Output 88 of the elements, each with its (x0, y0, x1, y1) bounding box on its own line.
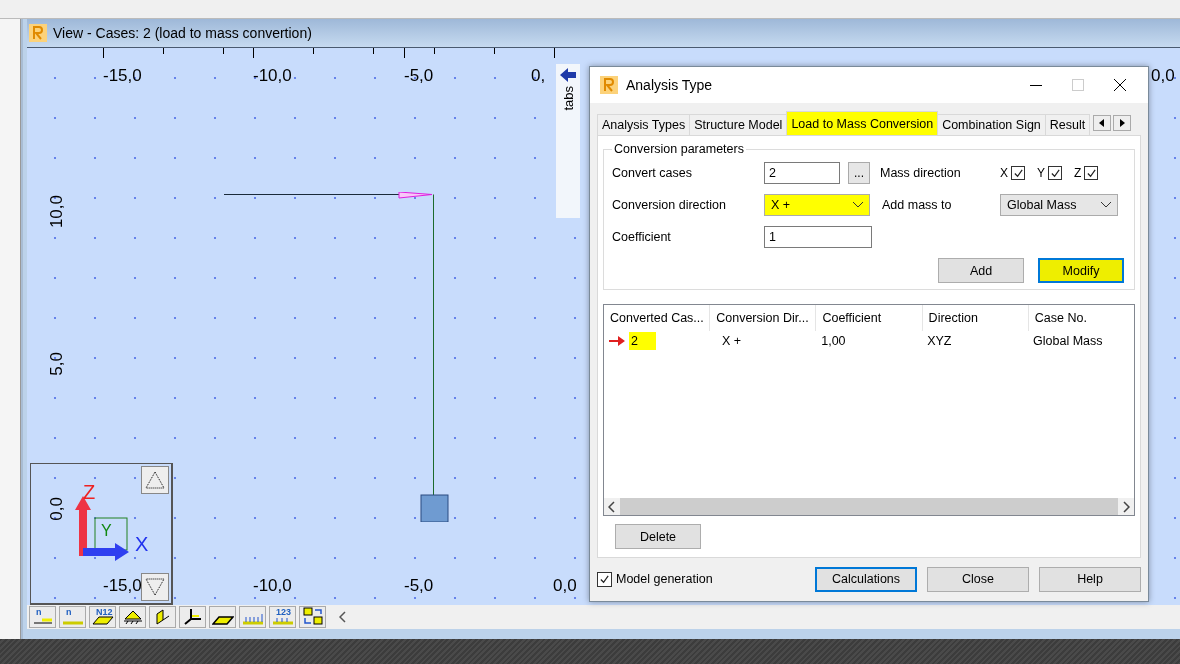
action-button[interactable]: Add (938, 258, 1024, 283)
scroll-left-icon[interactable] (339, 611, 346, 623)
axis-label: -10,0 (253, 576, 292, 596)
axis-label: 5,0 (47, 352, 67, 376)
axis-label: -5,0 (404, 576, 434, 596)
scroll-down-button[interactable] (141, 573, 169, 601)
field-label: Add mass to (882, 198, 953, 212)
table-cell: X + (721, 334, 742, 348)
panels-icon (211, 616, 234, 625)
axis-checkbox[interactable] (1011, 166, 1025, 180)
axis-label: -15,0 (103, 576, 142, 596)
add-mass-to-dropdown[interactable]: Global Mass (1000, 194, 1118, 216)
close-icon[interactable] (1114, 79, 1126, 91)
axis-checkbox[interactable] (1084, 166, 1099, 180)
group-title: Conversion parameters (613, 142, 745, 156)
supports-icon (123, 610, 142, 625)
tab-scroll-buttons[interactable] (1093, 115, 1132, 131)
node-numbers-button[interactable]: n (29, 606, 56, 628)
panel-numbers-icon (91, 616, 114, 625)
app-logo-icon (600, 76, 618, 94)
z-axis-label: Z (83, 482, 96, 502)
load-values-button[interactable]: 123 (269, 606, 296, 628)
sections-icon (155, 609, 170, 625)
local-axes-icon (183, 608, 202, 625)
field-label: Mass direction (880, 166, 962, 180)
x-axis-label: X (135, 534, 149, 554)
scroll-left-icon[interactable] (608, 500, 616, 513)
column-header[interactable]: Direction (922, 305, 1029, 331)
coefficient-field[interactable]: 1 (764, 226, 872, 248)
model-generation-checkbox[interactable] (597, 571, 612, 587)
field-label: Coefficient (612, 230, 672, 244)
scroll-up-button[interactable] (141, 466, 169, 494)
loads-icon (242, 613, 263, 625)
browse-button[interactable]: ... (848, 162, 870, 184)
view-switch-button[interactable] (299, 606, 326, 628)
checkbox-label[interactable]: Z (1074, 166, 1082, 180)
tabs-panel[interactable]: tabs (556, 64, 580, 218)
arrow-icon (560, 68, 576, 82)
caret-icon (853, 202, 863, 208)
axis-label: 0,0 (553, 576, 577, 596)
field-label: Conversion direction (612, 198, 727, 212)
sections-button[interactable] (149, 606, 176, 628)
checkbox-label[interactable]: Model generation (616, 572, 713, 586)
dialog-button[interactable]: Calculations (815, 566, 917, 592)
action-button[interactable]: Modify (1038, 258, 1124, 283)
axis-label: 0,0 (1151, 66, 1175, 86)
supports-button[interactable] (119, 606, 146, 628)
checkbox-label[interactable]: X (1000, 166, 1008, 180)
panel-numbers-button[interactable]: N12 (89, 606, 116, 628)
axis-label: -10,0 (253, 66, 292, 86)
view-switch-icon (302, 607, 323, 625)
caret-icon (1101, 202, 1111, 208)
dialog-button[interactable]: Help (1039, 566, 1141, 592)
conversion-direction-dropdown[interactable]: X + (764, 194, 870, 216)
tab[interactable]: Load to Mass Conversion (786, 111, 939, 135)
column-header[interactable]: Converted Cas... (604, 305, 711, 331)
convert-cases-field[interactable]: 2 (764, 162, 840, 184)
checkbox-label[interactable]: Y (1037, 166, 1046, 180)
axis-label: -5,0 (404, 66, 434, 86)
window-title: View - Cases: 2 (load to mass convertion) (53, 25, 312, 41)
dialog-button[interactable]: Close (927, 566, 1029, 592)
y-axis-label: Y (101, 521, 112, 541)
tab[interactable]: Combination Sign (937, 114, 1046, 135)
load-values-icon (272, 617, 293, 625)
bar-numbers-icon (62, 621, 83, 625)
table-cell: 1,00 (821, 334, 846, 348)
axis-label: 10,0 (47, 195, 67, 229)
table-cell: Global Mass (1033, 334, 1103, 348)
axis-label: 0, (531, 66, 546, 86)
axis-label: -15,0 (103, 66, 142, 86)
local-axes-button[interactable] (179, 606, 206, 628)
field-label: Convert cases (612, 166, 693, 180)
app-logo-icon (29, 24, 47, 42)
bar-numbers-button[interactable]: n (59, 606, 86, 628)
axis-checkbox[interactable] (1048, 166, 1063, 180)
tab[interactable]: Result (1044, 114, 1091, 135)
panels-button[interactable] (209, 606, 236, 628)
column-header[interactable]: Coefficient (816, 305, 923, 331)
node-numbers-icon (33, 618, 52, 625)
column-header[interactable]: Case No. (1028, 305, 1134, 331)
delete-button[interactable]: Delete (615, 524, 701, 549)
tab[interactable]: Analysis Types (597, 114, 691, 135)
column-header[interactable]: Conversion Dir... (710, 305, 817, 331)
dialog-title: Analysis Type (626, 77, 713, 93)
table-cell: XYZ (927, 334, 952, 348)
axis-label: 0,0 (47, 497, 67, 521)
table-cell: 2 (629, 332, 656, 350)
scroll-right-icon[interactable] (1122, 500, 1130, 513)
